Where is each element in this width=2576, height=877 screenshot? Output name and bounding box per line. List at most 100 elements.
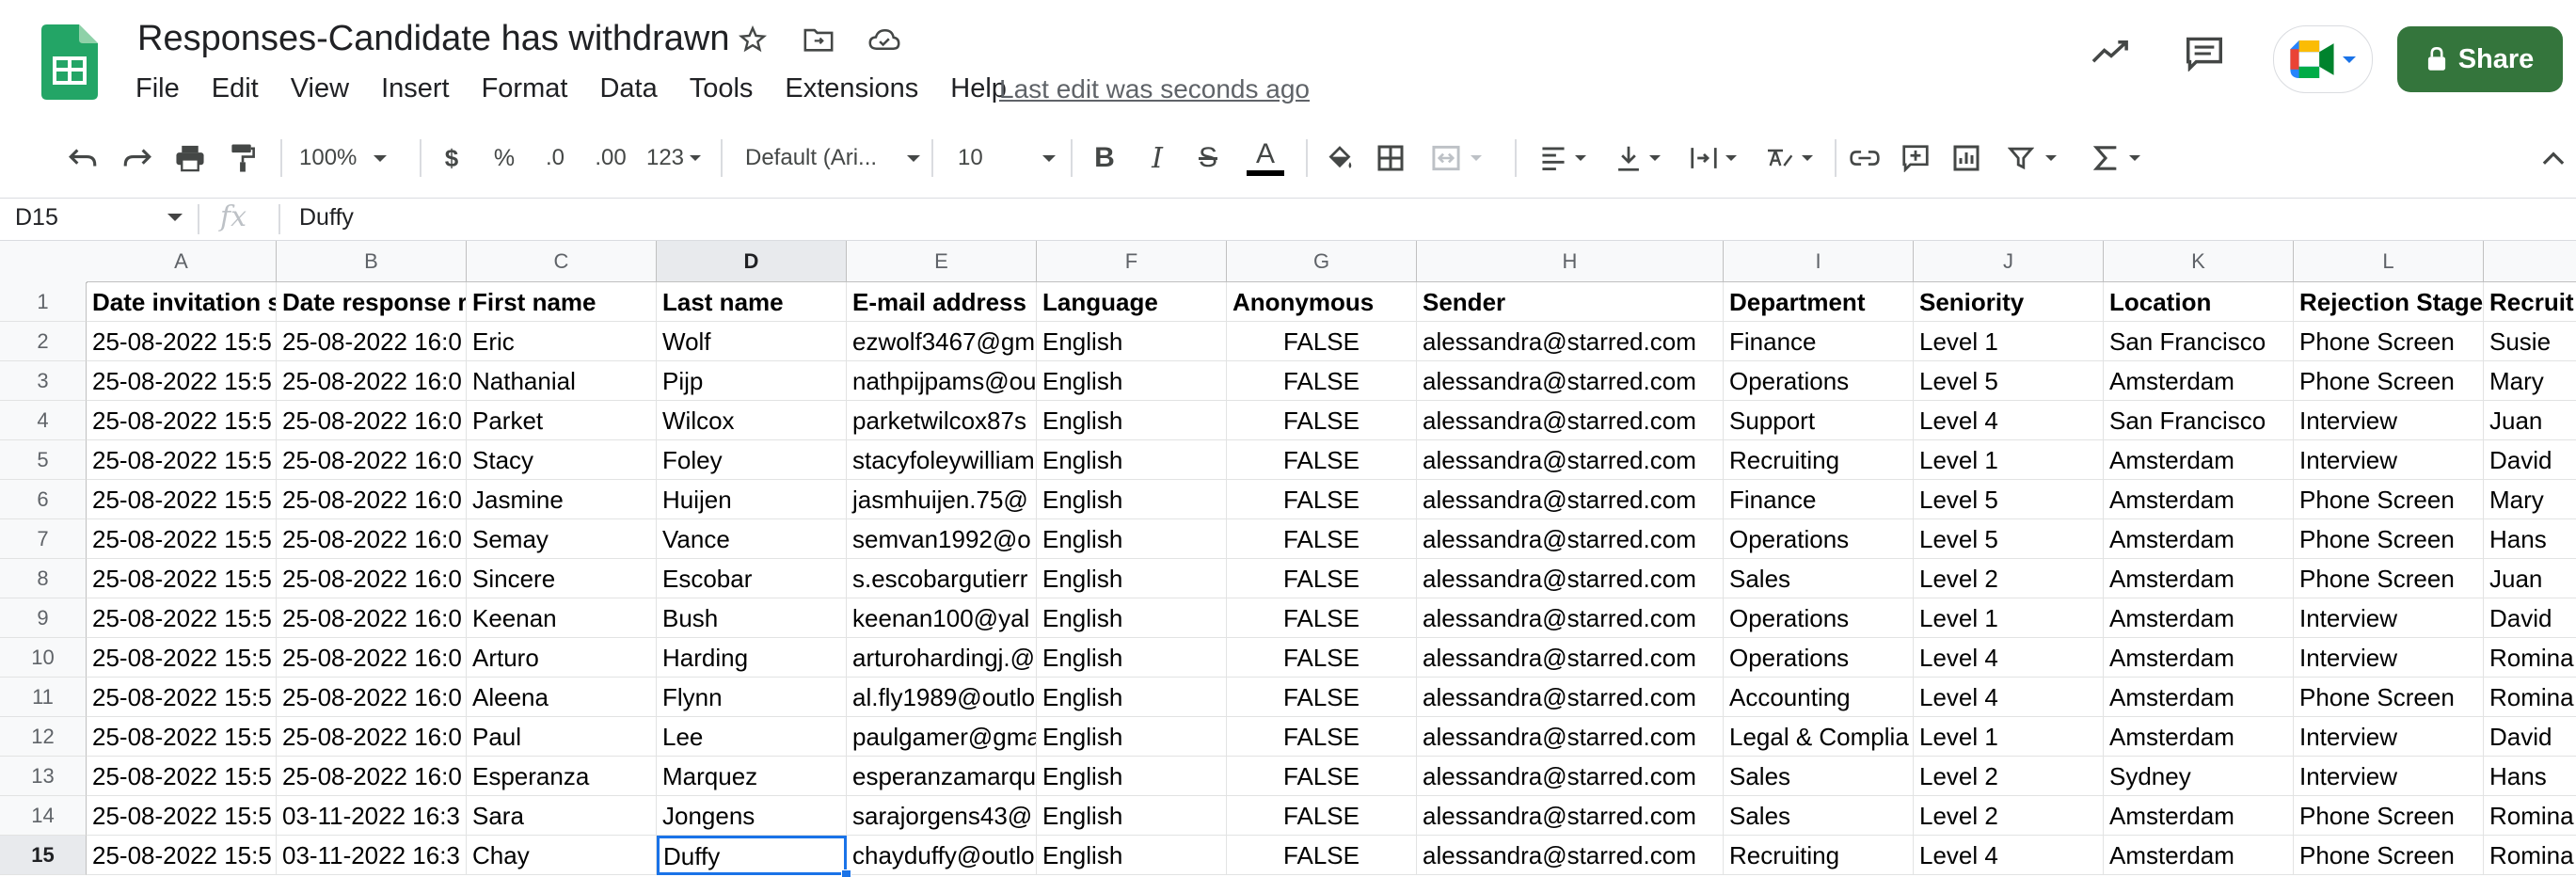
table-cell[interactable]: Juan [2484,401,2576,440]
table-cell[interactable]: Amsterdam [2104,836,2294,875]
table-cell[interactable]: Amsterdam [2104,678,2294,717]
table-cell[interactable]: nathpijpams@ou [847,361,1037,401]
table-cell[interactable]: Aleena [467,678,657,717]
borders-icon[interactable] [1370,134,1411,183]
last-edit-link[interactable]: Last edit was seconds ago [999,74,1310,104]
table-cell[interactable]: FALSE [1227,796,1417,836]
table-cell[interactable]: alessandra@starred.com [1417,717,1724,757]
table-cell[interactable]: Finance [1724,480,1914,519]
header-cell[interactable]: First name [467,282,657,322]
table-cell[interactable]: Hans [2484,757,2576,796]
row-header[interactable]: 2 [0,322,87,361]
table-cell[interactable]: Marquez [657,757,847,796]
table-cell[interactable]: jasmhuijen.75@ [847,480,1037,519]
table-cell[interactable]: alessandra@starred.com [1417,361,1724,401]
menu-edit[interactable]: Edit [212,73,259,104]
table-cell[interactable]: 25-08-2022 15:5 [87,638,277,678]
filter-icon[interactable] [1996,134,2068,183]
table-cell[interactable]: Operations [1724,638,1914,678]
table-cell[interactable]: esperanzamarqu [847,757,1037,796]
table-cell[interactable]: Amsterdam [2104,717,2294,757]
table-cell[interactable]: English [1037,401,1227,440]
table-cell[interactable]: 25-08-2022 15:5 [87,678,277,717]
font-family-select[interactable]: Default (Ari... [745,134,920,183]
table-cell[interactable]: Esperanza [467,757,657,796]
table-cell[interactable]: English [1037,717,1227,757]
table-cell[interactable]: 25-08-2022 16:0 [277,322,467,361]
menu-data[interactable]: Data [599,73,657,104]
row-header[interactable]: 15 [0,836,87,875]
table-cell[interactable]: Phone Screen [2294,836,2484,875]
table-cell[interactable]: Romina [2484,638,2576,678]
table-cell[interactable]: Sales [1724,796,1914,836]
table-cell[interactable]: Interview [2294,401,2484,440]
name-box[interactable]: D15 [15,204,58,231]
row-header[interactable]: 10 [0,638,87,678]
formula-input[interactable]: Duffy [299,204,354,231]
table-cell[interactable]: Operations [1724,361,1914,401]
table-cell[interactable]: Level 1 [1914,322,2104,361]
table-cell[interactable]: English [1037,519,1227,559]
table-cell[interactable]: 25-08-2022 15:5 [87,717,277,757]
table-cell[interactable]: Amsterdam [2104,559,2294,598]
table-cell[interactable]: 03-11-2022 16:3 [277,796,467,836]
table-cell[interactable]: s.escobargutierr [847,559,1037,598]
table-cell[interactable]: Nathanial [467,361,657,401]
table-cell[interactable]: paulgamer@gma [847,717,1037,757]
table-cell[interactable]: Romina [2484,678,2576,717]
table-cell[interactable]: 25-08-2022 16:0 [277,757,467,796]
header-cell[interactable]: Language [1037,282,1227,322]
menu-extensions[interactable]: Extensions [785,73,918,104]
menu-help[interactable]: Help [950,73,1007,104]
table-cell[interactable]: English [1037,757,1227,796]
print-icon[interactable] [169,134,211,183]
table-cell[interactable]: Operations [1724,598,1914,638]
vertical-align-icon[interactable] [1605,134,1671,183]
table-cell[interactable]: alessandra@starred.com [1417,757,1724,796]
row-header[interactable]: 6 [0,480,87,519]
star-icon[interactable] [734,21,771,58]
table-cell[interactable]: FALSE [1227,678,1417,717]
increase-decimal-button[interactable]: .00 [587,134,634,183]
table-cell[interactable]: Escobar [657,559,847,598]
table-cell[interactable]: alessandra@starred.com [1417,796,1724,836]
table-cell[interactable]: 25-08-2022 16:0 [277,361,467,401]
column-header[interactable]: E [847,241,1037,282]
table-cell[interactable]: FALSE [1227,836,1417,875]
table-cell[interactable]: Sara [467,796,657,836]
table-cell[interactable]: Wilcox [657,401,847,440]
undo-icon[interactable] [62,134,103,183]
table-cell[interactable]: Wolf [657,322,847,361]
fill-handle[interactable] [841,869,851,877]
table-cell[interactable]: 25-08-2022 16:0 [277,440,467,480]
table-cell[interactable]: stacyfoleywilliam [847,440,1037,480]
table-cell[interactable]: Phone Screen [2294,480,2484,519]
table-cell[interactable]: FALSE [1227,440,1417,480]
decrease-decimal-button[interactable]: .0 [534,134,576,183]
menu-insert[interactable]: Insert [381,73,450,104]
table-cell[interactable]: Level 2 [1914,757,2104,796]
table-cell[interactable]: David [2484,717,2576,757]
table-cell[interactable]: alessandra@starred.com [1417,480,1724,519]
table-cell[interactable]: FALSE [1227,559,1417,598]
column-header[interactable]: A [87,241,277,282]
row-header[interactable]: 3 [0,361,87,401]
table-cell[interactable]: Phone Screen [2294,361,2484,401]
move-folder-icon[interactable] [800,21,837,58]
table-cell[interactable]: 25-08-2022 15:5 [87,836,277,875]
table-cell[interactable]: Harding [657,638,847,678]
activity-trend-icon[interactable] [2091,38,2132,71]
strikethrough-button[interactable]: S [1191,134,1225,183]
table-cell[interactable]: Parket [467,401,657,440]
table-cell[interactable]: Level 1 [1914,440,2104,480]
row-header[interactable]: 9 [0,598,87,638]
share-button[interactable]: Share [2397,26,2563,92]
table-cell[interactable]: Stacy [467,440,657,480]
functions-icon[interactable] [2081,134,2153,183]
column-header[interactable]: F [1037,241,1227,282]
table-cell[interactable]: Interview [2294,440,2484,480]
table-cell[interactable]: Jasmine [467,480,657,519]
table-cell[interactable]: Support [1724,401,1914,440]
menu-view[interactable]: View [291,73,349,104]
header-cell[interactable]: Sender [1417,282,1724,322]
